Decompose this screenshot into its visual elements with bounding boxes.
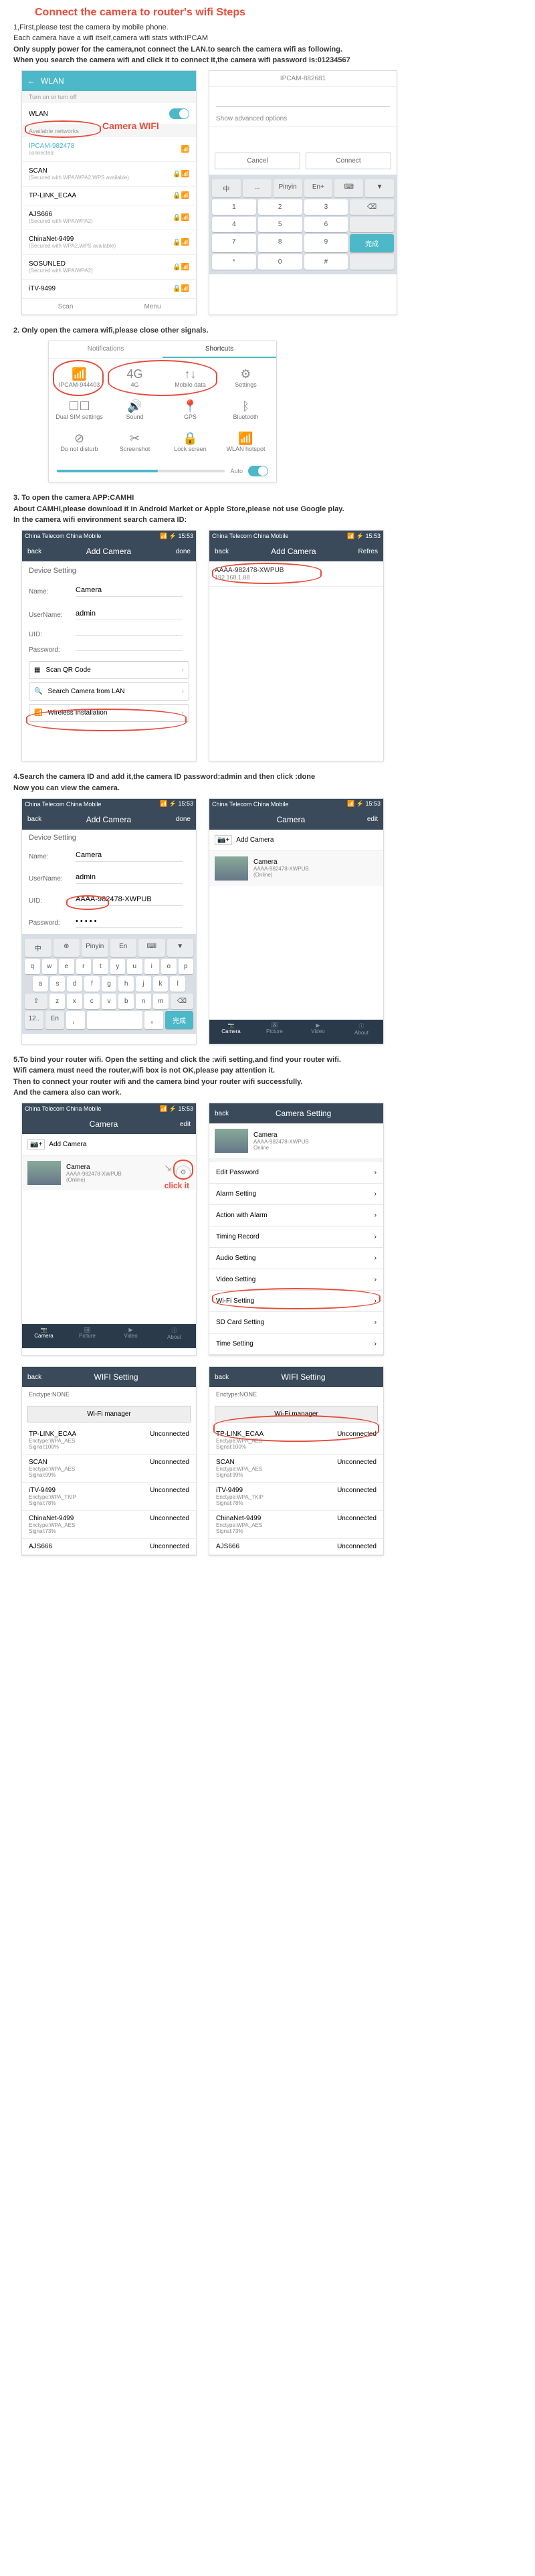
net-row[interactable]: iTV-9499UnconnectedEnctype:WPA_TKIPSigna… — [209, 1483, 383, 1511]
user-input[interactable]: admin — [76, 608, 183, 620]
connect-btn[interactable]: Connect — [306, 153, 391, 169]
sc-ss[interactable]: ✂Screenshot — [107, 426, 163, 458]
lan-btn[interactable]: 🔍Search Camera from LAN› — [29, 682, 189, 701]
net-row[interactable]: TP-LINK_ECAAUnconnectedEnctype:WPA_AESSi… — [22, 1427, 196, 1455]
camlist2-screen: China Telecom China Mobile📶 ⚡ 15:53 Came… — [21, 1103, 197, 1356]
advanced-link[interactable]: Show advanced options — [209, 111, 397, 127]
wlan-label: WLAN — [29, 110, 48, 118]
wifi-row[interactable]: SCAN(Secured with WPA/WPA2,WPS available… — [22, 162, 196, 187]
setting-row[interactable]: Action with Alarm› — [209, 1205, 383, 1226]
nav-about[interactable]: ⓘAbout — [340, 1020, 383, 1044]
net-row[interactable]: SCANUnconnectedEnctype:WPA_AESSignal:99% — [22, 1455, 196, 1483]
step3-2: About CAMHI,please download it in Androi… — [13, 504, 527, 514]
menu-btn[interactable]: Menu — [109, 299, 196, 314]
dialog-title: IPCAM-882681 — [209, 71, 397, 87]
step5-1: 5.To bind your router wifi. Open the set… — [13, 1055, 527, 1065]
wifi-row[interactable]: iTV-9499🔒📶 — [22, 280, 196, 298]
step5-4: And the camera also can work. — [13, 1088, 527, 1097]
found-screen: China Telecom China Mobile📶 ⚡ 15:53 back… — [209, 530, 384, 761]
wlan-header: ←WLAN — [22, 71, 196, 91]
step5-2: Wifi camera must need the router,wifi bo… — [13, 1066, 527, 1075]
net-row[interactable]: ChinaNet-9499UnconnectedEnctype:WPA_AESS… — [22, 1511, 196, 1539]
tab-notif[interactable]: Notifications — [49, 341, 163, 358]
refresh-btn[interactable]: Refres — [358, 548, 378, 555]
pwd-input[interactable] — [76, 646, 183, 651]
step1-1: 1,First,please test the camera by mobile… — [13, 23, 527, 32]
camera-item[interactable]: CameraAAAA-982478-XWPUB(Online) — [209, 851, 383, 886]
addcam2-screen: China Telecom China Mobile📶 ⚡ 15:53 back… — [21, 798, 197, 1044]
tab-shortcuts[interactable]: Shortcuts — [163, 341, 276, 358]
setting-row[interactable]: Audio Setting› — [209, 1248, 383, 1269]
net-row[interactable]: ChinaNet-9499UnconnectedEnctype:WPA_AESS… — [209, 1511, 383, 1539]
setting-row[interactable]: Timing Record› — [209, 1226, 383, 1248]
nav-video[interactable]: ▶Video — [296, 1020, 340, 1044]
back-btn[interactable]: back — [27, 548, 41, 555]
wifi-row[interactable]: AJS666(Secured with WPA/WPA2)🔒📶 — [22, 205, 196, 230]
sc-hotspot[interactable]: 📶WLAN hotspot — [218, 426, 274, 458]
wifi-mgr-btn[interactable]: Wi-Fi manager — [27, 1406, 191, 1422]
wlan-toggle[interactable] — [169, 108, 189, 119]
step1-4: When you search the camera wifi and clic… — [13, 56, 527, 65]
net-row[interactable]: iTV-9499UnconnectedEnctype:WPA_TKIPSigna… — [22, 1483, 196, 1511]
sc-gps[interactable]: 📍GPS — [163, 393, 218, 426]
step4-1: 4.Search the camera ID and add it,the ca… — [13, 772, 527, 781]
net-row[interactable]: SCANUnconnectedEnctype:WPA_AESSignal:99% — [209, 1455, 383, 1483]
step5-3: Then to connect your router wifi and the… — [13, 1077, 527, 1087]
done-btn[interactable]: done — [176, 548, 191, 555]
addcam-screen: China Telecom China Mobile📶 ⚡ 15:53 back… — [21, 530, 197, 761]
step4-2: Now you can view the camera. — [13, 784, 527, 793]
shortcuts-screen: NotificationsShortcuts 📶IPCAM-944403 4G4… — [48, 341, 277, 482]
nav-camera[interactable]: 📷Camera — [209, 1020, 253, 1044]
wifi-row[interactable]: SOSUNLED(Secured with WPA/WPA2)🔒📶 — [22, 255, 196, 280]
wifisetting-screen-2: backWIFI Setting Enctype:NONE Wi-Fi mana… — [209, 1366, 384, 1556]
step3-1: 3. To open the camera APP:CAMHI — [13, 493, 527, 502]
step1-2: Each camera have a wifi itself,camera wi… — [13, 33, 527, 43]
sc-dualsim[interactable]: ☐☐Dual SIM settings — [51, 393, 107, 426]
setting-row[interactable]: Alarm Setting› — [209, 1184, 383, 1205]
step3-3: In the camera wifi environment search ca… — [13, 515, 527, 525]
sc-dnd[interactable]: ⊘Do not disturb — [51, 426, 107, 458]
uid-input[interactable] — [76, 631, 183, 636]
nav-picture[interactable]: 🖼Picture — [253, 1020, 296, 1044]
sc-sound[interactable]: 🔊Sound — [107, 393, 163, 426]
step2: 2. Only open the camera wifi,please clos… — [13, 326, 527, 335]
qr-btn[interactable]: ▦Scan QR Code› — [29, 661, 189, 679]
name-input[interactable]: Camera — [76, 584, 183, 597]
sc-bt[interactable]: ᛒBluetooth — [218, 393, 274, 426]
back-btn[interactable]: back — [215, 548, 229, 555]
setting-row[interactable]: SD Card Setting› — [209, 1312, 383, 1333]
connect-screen: IPCAM-882681 Show advanced options Cance… — [209, 70, 397, 315]
setting-row[interactable]: Edit Password› — [209, 1162, 383, 1184]
wifi-row[interactable]: IPCAM-982478connected📶 — [22, 137, 196, 162]
cancel-btn[interactable]: Cancel — [215, 153, 300, 169]
setting-row[interactable]: Time Setting› — [209, 1333, 383, 1355]
auto-toggle[interactable] — [248, 466, 268, 476]
doc-title: Connect the camera to router's wifi Step… — [35, 7, 527, 19]
wlan-screen: ←WLAN Turn on or turn off WLAN Available… — [21, 70, 197, 315]
net-row[interactable]: AJS666Unconnected — [209, 1539, 383, 1555]
wifi-row[interactable]: TP-LINK_ECAA🔒📶 — [22, 187, 196, 205]
add-camera-btn[interactable]: 📷+Add Camera — [209, 830, 383, 851]
wifi-row[interactable]: ChinaNet-9499(Secured with WPA2,WPS avai… — [22, 230, 196, 255]
net-row[interactable]: AJS666Unconnected — [22, 1539, 196, 1555]
edit-btn[interactable]: edit — [367, 816, 378, 823]
keypad: 中...PinyinEn+⌨▼ 123⌫ 456 789完成 *0# — [209, 175, 397, 274]
sc-lock[interactable]: 🔒Lock screen — [163, 426, 218, 458]
scan-btn[interactable]: Scan — [22, 299, 109, 314]
wifisetting-screen-1: backWIFI Setting Enctype:NONE Wi-Fi mana… — [21, 1366, 197, 1556]
camsetting-screen: backCamera Setting CameraAAAA-982478-XWP… — [209, 1103, 384, 1356]
annotation: Camera WIFI — [102, 120, 159, 131]
bottom-nav: 📷Camera 🖼Picture ▶Video ⓘAbout — [209, 1020, 383, 1044]
qwerty: 中⊕PinyinEn⌨▼ qwertyuiop asdfghjkl ⇧zxcvb… — [22, 934, 196, 1034]
sc-settings[interactable]: ⚙Settings — [218, 361, 274, 393]
password-input[interactable] — [216, 91, 390, 107]
step1-3: Only supply power for the camera,not con… — [13, 45, 527, 54]
devset-label: Device Setting — [22, 561, 196, 580]
turnon-label: Turn on or turn off — [22, 91, 196, 103]
camlist-screen: China Telecom China Mobile📶 ⚡ 15:53 Came… — [209, 798, 384, 1044]
